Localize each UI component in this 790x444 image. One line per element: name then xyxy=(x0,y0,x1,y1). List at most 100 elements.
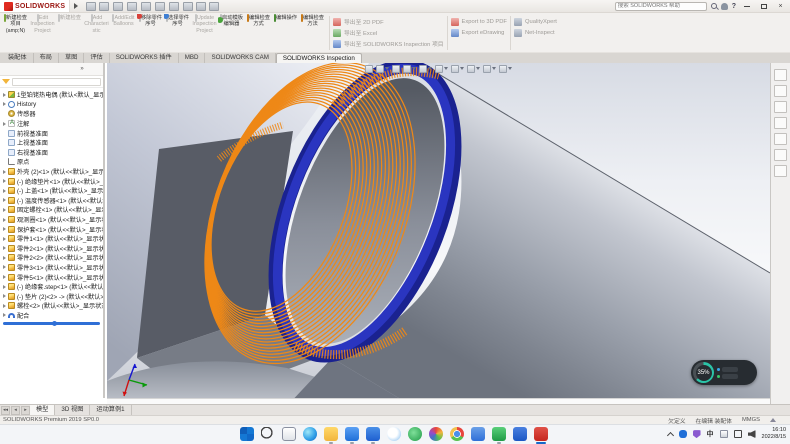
search-input[interactable] xyxy=(615,2,707,11)
dropdown-caret-icon[interactable] xyxy=(444,67,448,70)
tree-item-top-plane[interactable]: 上视基准面 xyxy=(2,138,103,148)
file-explorer-taskbar-icon[interactable] xyxy=(324,427,338,441)
previous-view-icon[interactable] xyxy=(392,65,400,73)
tree-item-history[interactable]: History xyxy=(2,100,103,110)
undo-icon[interactable] xyxy=(155,2,166,11)
edit-inspection-plan-button[interactable]: 编辑检查方法 xyxy=(299,14,326,52)
zoom-area-icon[interactable] xyxy=(376,65,389,73)
expand-arrow-icon[interactable] xyxy=(3,102,6,106)
expand-arrow-icon[interactable] xyxy=(3,237,6,241)
store-icon[interactable] xyxy=(366,427,380,441)
expand-arrow-icon[interactable] xyxy=(3,265,6,269)
add-characteristic-button[interactable]: Add Characteristic xyxy=(83,14,110,52)
export-2d-pdf-item[interactable]: 导出至 2D PDF xyxy=(333,17,444,26)
shield-icon[interactable] xyxy=(693,430,701,438)
tree-item-sensors[interactable]: 传感器 xyxy=(2,109,103,119)
rollback-bar[interactable] xyxy=(3,322,100,325)
green-app-icon[interactable] xyxy=(408,427,422,441)
expand-arrow-icon[interactable] xyxy=(3,122,6,126)
panels-icon[interactable] xyxy=(196,2,206,11)
solidworks-app-icon[interactable] xyxy=(534,427,548,441)
tree-item-mates[interactable]: 配合 xyxy=(2,311,103,321)
ime-indicator[interactable]: 中 xyxy=(707,429,714,439)
tab-cam[interactable]: SOLIDWORKS CAM xyxy=(205,53,275,63)
expand-arrow-icon[interactable] xyxy=(3,227,6,231)
tree-item-annotations[interactable]: 注解 xyxy=(2,119,103,129)
tree-item-part[interactable]: 零件2<1> (默认<<默认>_显示状 xyxy=(2,244,103,254)
minimize-button[interactable] xyxy=(740,1,753,11)
tree-item-part[interactable]: 外壳 (2)<1> (默认<<默认>_显示状 xyxy=(2,167,103,177)
select-balloons-button[interactable]: 选择零件序号 xyxy=(164,14,191,52)
tab-nav-first-icon[interactable]: ◂◂ xyxy=(1,406,10,415)
export-swi-project-item[interactable]: 导出至 SOLIDWORKS Inspection 项目 xyxy=(333,39,444,48)
word-icon[interactable] xyxy=(513,427,527,441)
tree-item-front-plane[interactable]: 前视基准面 xyxy=(2,128,103,138)
print-icon[interactable] xyxy=(141,2,152,11)
view-orientation-icon[interactable] xyxy=(419,65,432,73)
tree-item-part[interactable]: 零件3<1> (默认<<默认>_显示状 xyxy=(2,263,103,273)
featuremanager-icon[interactable] xyxy=(2,64,15,75)
tree-item-part[interactable]: (-) 绝缘垫片<1> (默认<<默认>_显 xyxy=(2,176,103,186)
edit-operation-button[interactable]: 编辑操作 xyxy=(272,14,299,52)
wps-icon[interactable] xyxy=(492,427,506,441)
file-explorer-icon[interactable] xyxy=(774,101,787,113)
view-palette-icon[interactable] xyxy=(774,117,787,129)
custom-properties-icon[interactable] xyxy=(774,149,787,161)
filter-funnel-icon[interactable] xyxy=(2,79,10,84)
status-expand-icon[interactable] xyxy=(770,418,776,422)
edit-inspection-project-button[interactable]: Edit Inspection Project xyxy=(29,14,56,52)
tab-nav-prev-icon[interactable]: ◂ xyxy=(11,406,20,415)
reader-app-icon[interactable] xyxy=(471,427,485,441)
displaymanager-icon[interactable] xyxy=(62,64,75,75)
expand-arrow-icon[interactable] xyxy=(3,285,6,289)
expand-arrow-icon[interactable] xyxy=(3,189,6,193)
new-inspection-button[interactable]: 新建检查 xyxy=(56,14,83,52)
tree-item-part[interactable]: (-) 温度传感器<1> (默认<<默认>_ xyxy=(2,196,103,206)
dropdown-caret-icon[interactable] xyxy=(508,67,512,70)
remove-balloons-button[interactable]: 移除零件序号 xyxy=(137,14,164,52)
dropdown-caret-icon[interactable] xyxy=(460,67,464,70)
tab-nav-next-icon[interactable]: ▸ xyxy=(21,406,30,415)
tab-evaluate[interactable]: 评估 xyxy=(84,53,109,63)
tab-assembly[interactable]: 装配体 xyxy=(2,53,34,63)
add-edit-balloons-button[interactable]: Add/Edit Balloons xyxy=(110,14,137,52)
view-settings-icon[interactable] xyxy=(499,65,512,73)
3d-views-tab[interactable]: 3D 视图 xyxy=(55,405,90,415)
expand-arrow-icon[interactable] xyxy=(3,313,6,317)
graphics-area[interactable]: 35% xyxy=(107,63,770,404)
qualityxpert-item[interactable]: QualityXpert xyxy=(514,17,557,26)
edge-icon[interactable] xyxy=(303,427,317,441)
start-button[interactable] xyxy=(240,427,254,441)
expand-arrow-icon[interactable] xyxy=(3,218,6,222)
onedrive-icon[interactable] xyxy=(679,430,687,438)
dropdown-caret-icon[interactable] xyxy=(476,67,480,70)
edit-appearance-icon[interactable] xyxy=(467,65,480,73)
resources-icon[interactable] xyxy=(774,69,787,81)
launch-template-editor-button[interactable]: 启动模板编辑器 xyxy=(218,14,245,52)
help-icon[interactable]: ? xyxy=(732,3,736,10)
tree-item-part[interactable]: 零件1<1> (默认<<默认>_显示状态 xyxy=(2,234,103,244)
restore-button[interactable] xyxy=(757,1,770,11)
expand-arrow-icon[interactable] xyxy=(3,179,6,183)
dimxpertmanager-icon[interactable] xyxy=(47,64,60,75)
tree-item-part[interactable]: 保护套<1> (默认<<默认>_显示状 xyxy=(2,224,103,234)
tree-item-part[interactable]: (-) 上盖<1> (默认<<默认>_显示状 xyxy=(2,186,103,196)
tray-chevron-icon[interactable] xyxy=(666,432,673,439)
hide-show-items-icon[interactable] xyxy=(451,65,464,73)
tree-item-part[interactable]: 零件2<2> (默认<<默认>_显示状 xyxy=(2,253,103,263)
motion-study-tab[interactable]: 运动算例1 xyxy=(90,405,131,415)
clock[interactable]: 16:10 2022/8/15 xyxy=(762,427,786,441)
update-inspection-project-button[interactable]: Update Inspection Project xyxy=(191,14,218,52)
zoom-fit-icon[interactable] xyxy=(365,65,373,73)
tab-mbd[interactable]: MBD xyxy=(179,53,206,63)
apply-scene-icon[interactable] xyxy=(483,65,496,73)
model-tab[interactable]: 模型 xyxy=(30,405,55,415)
dropdown-caret-icon[interactable] xyxy=(428,67,432,70)
display-icon[interactable] xyxy=(734,430,742,438)
panel-overflow-icon[interactable]: » xyxy=(77,64,87,75)
3d-model-view[interactable] xyxy=(107,63,770,404)
tab-addins[interactable]: SOLIDWORKS 插件 xyxy=(110,53,179,63)
search-icon[interactable] xyxy=(711,3,717,9)
tab-inspection[interactable]: SOLIDWORKS Inspection xyxy=(276,53,362,63)
net-inspect-item[interactable]: Net-Inspect xyxy=(514,28,557,37)
